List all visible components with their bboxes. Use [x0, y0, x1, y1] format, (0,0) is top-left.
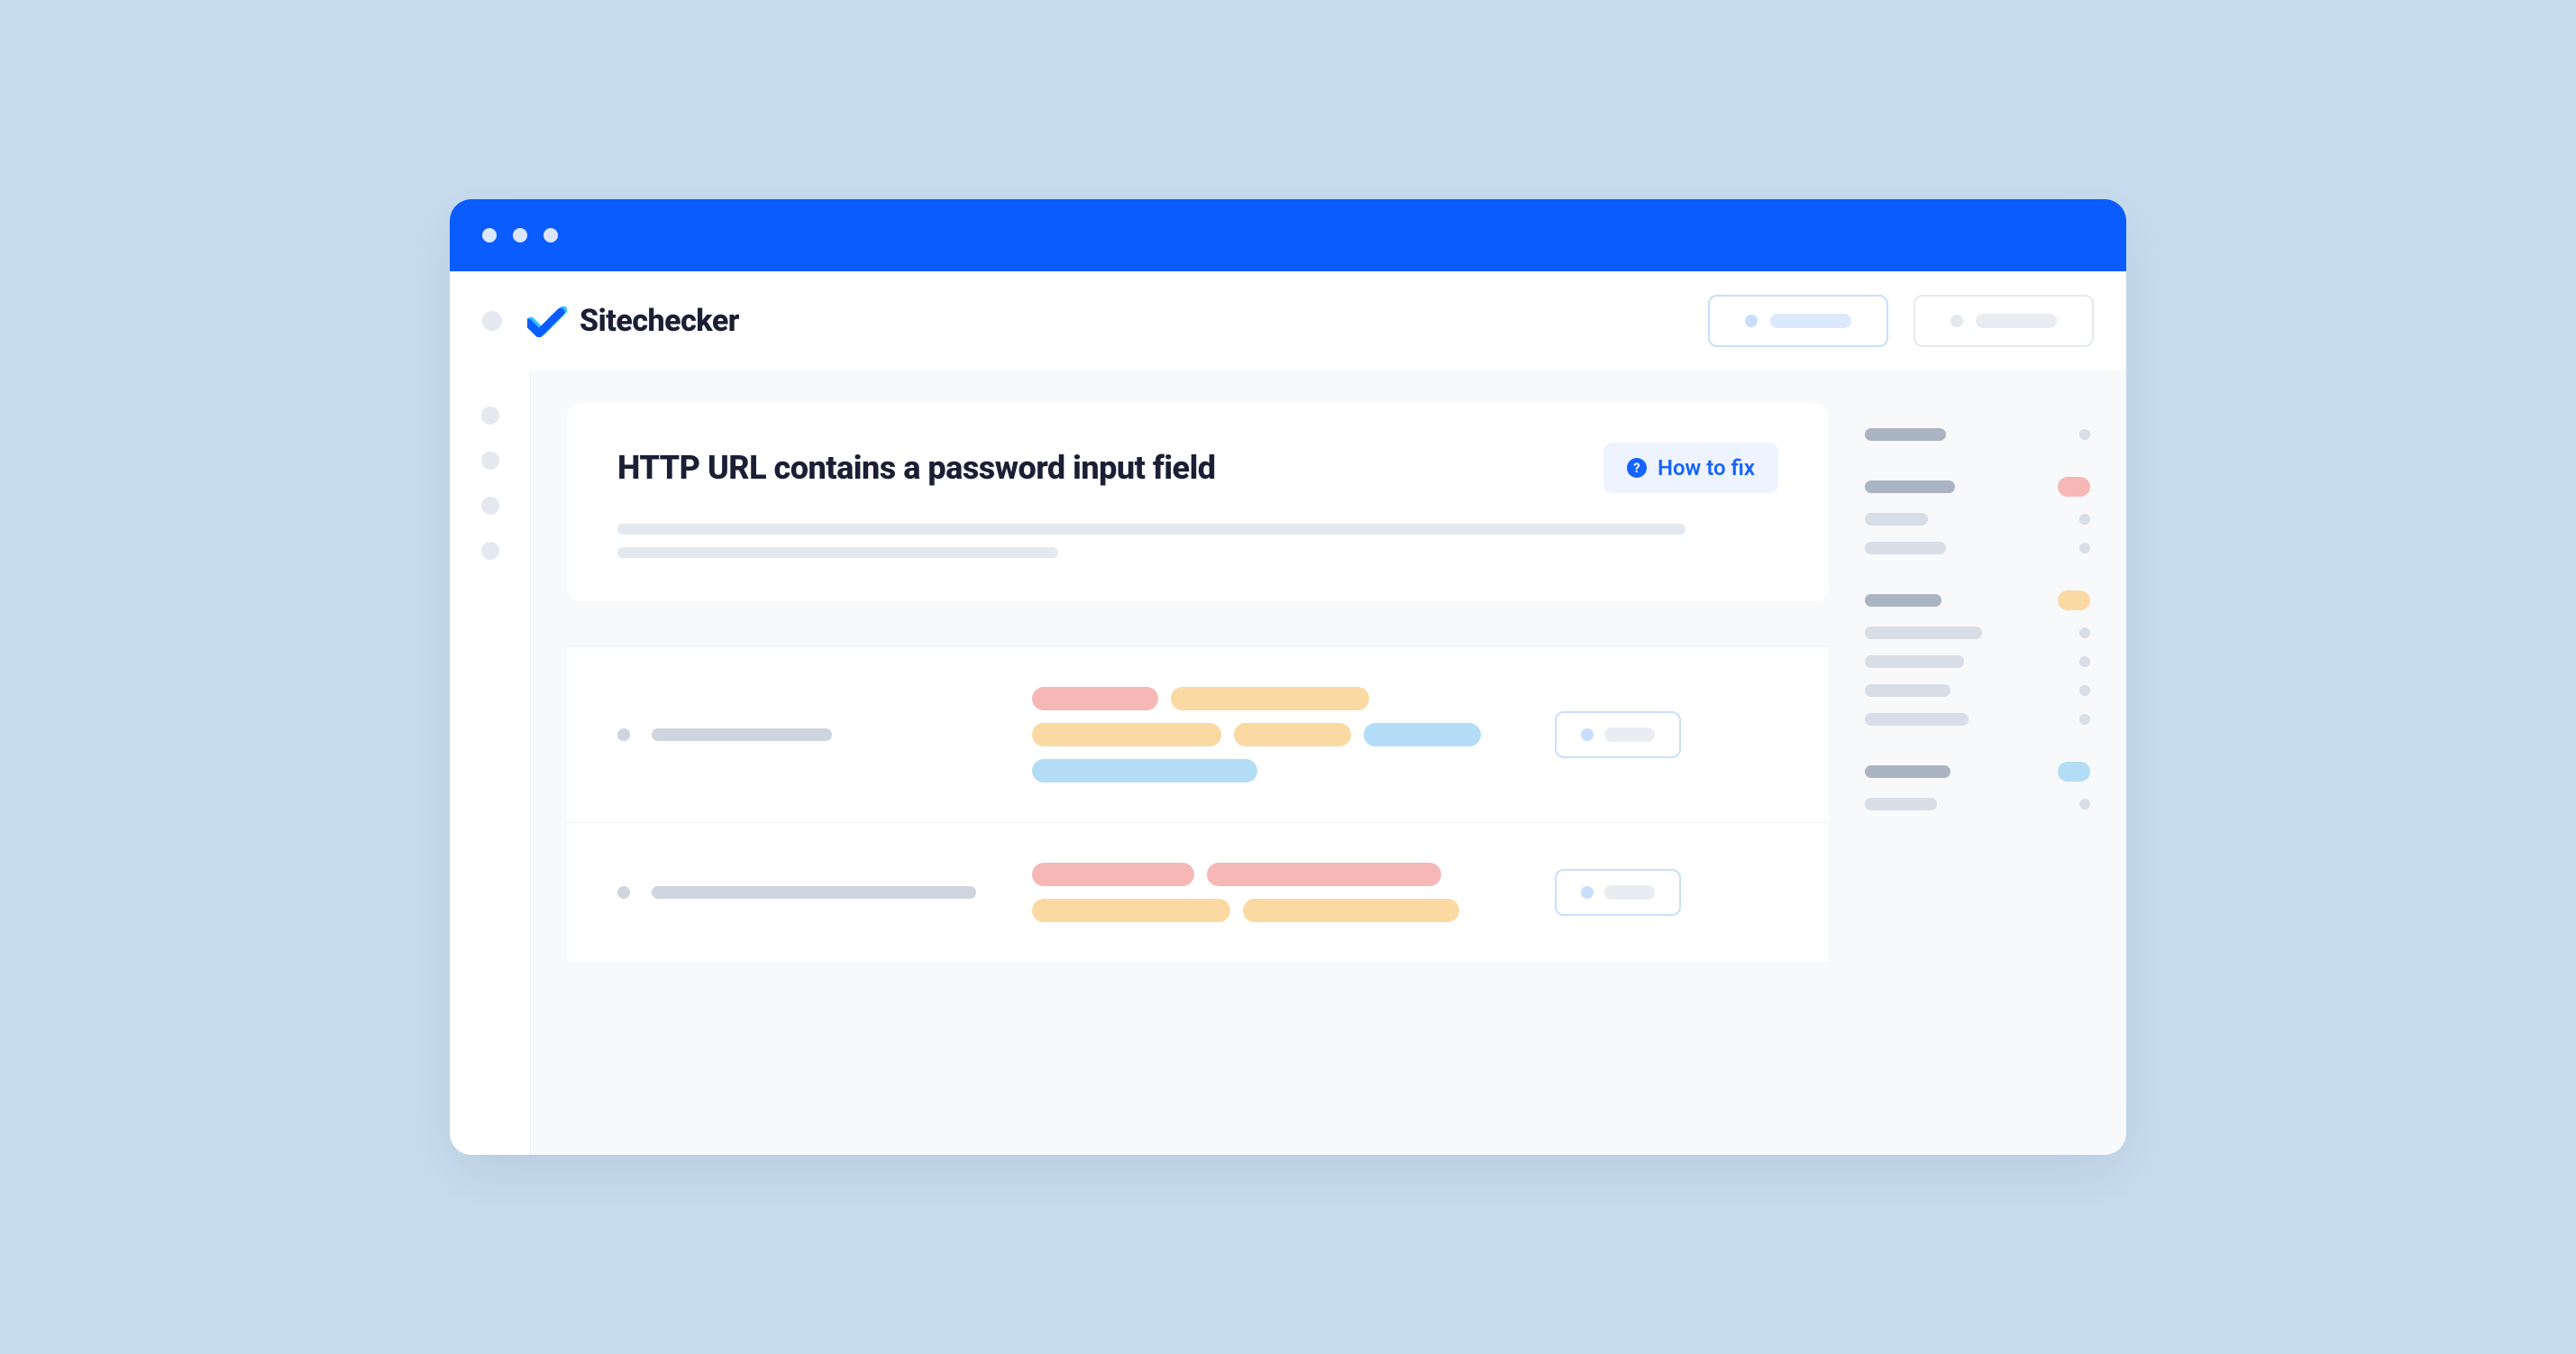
side-group	[1865, 762, 2090, 810]
how-to-fix-button[interactable]: ? How to fix	[1603, 443, 1778, 493]
nav-item[interactable]	[481, 407, 499, 425]
row-tags	[1032, 687, 1519, 782]
window-control-maximize[interactable]	[544, 228, 558, 242]
nav-item[interactable]	[481, 452, 499, 470]
app-header: Sitechecker	[450, 271, 2126, 371]
main-area: HTTP URL contains a password input field…	[531, 371, 2126, 1155]
left-nav	[450, 371, 531, 1155]
brand-name: Sitechecker	[580, 303, 739, 339]
issue-header-card: HTTP URL contains a password input field…	[567, 403, 1829, 601]
nav-item[interactable]	[481, 542, 499, 560]
app-body: HTTP URL contains a password input field…	[450, 371, 2126, 1155]
row-status-dot	[617, 886, 630, 899]
side-group	[1865, 590, 2090, 726]
browser-window: Sitechecker HTTP URL contains a password…	[450, 199, 2126, 1155]
row-tags	[1032, 863, 1519, 922]
brand-logo[interactable]: Sitechecker	[527, 303, 739, 339]
menu-icon[interactable]	[482, 311, 502, 331]
row-action-button[interactable]	[1555, 711, 1681, 758]
question-icon: ?	[1627, 458, 1647, 478]
row-url-placeholder	[652, 728, 832, 741]
window-control-close[interactable]	[482, 228, 497, 242]
right-sidebar	[1829, 403, 2126, 1155]
side-group	[1865, 477, 2090, 554]
issue-row	[567, 822, 1829, 962]
issue-row	[567, 646, 1829, 822]
header-secondary-button[interactable]	[1914, 295, 2094, 347]
window-control-minimize[interactable]	[513, 228, 527, 242]
issue-title: HTTP URL contains a password input field	[617, 449, 1576, 487]
center-column: HTTP URL contains a password input field…	[531, 403, 1829, 1155]
issue-description	[617, 524, 1778, 558]
how-to-fix-label: How to fix	[1658, 455, 1755, 480]
nav-item[interactable]	[481, 497, 499, 515]
row-url-placeholder	[652, 886, 976, 899]
side-group	[1865, 428, 2090, 441]
row-status-dot	[617, 728, 630, 741]
header-primary-button[interactable]	[1708, 295, 1888, 347]
row-action-button[interactable]	[1555, 869, 1681, 916]
window-titlebar	[450, 199, 2126, 271]
check-icon	[527, 305, 567, 337]
